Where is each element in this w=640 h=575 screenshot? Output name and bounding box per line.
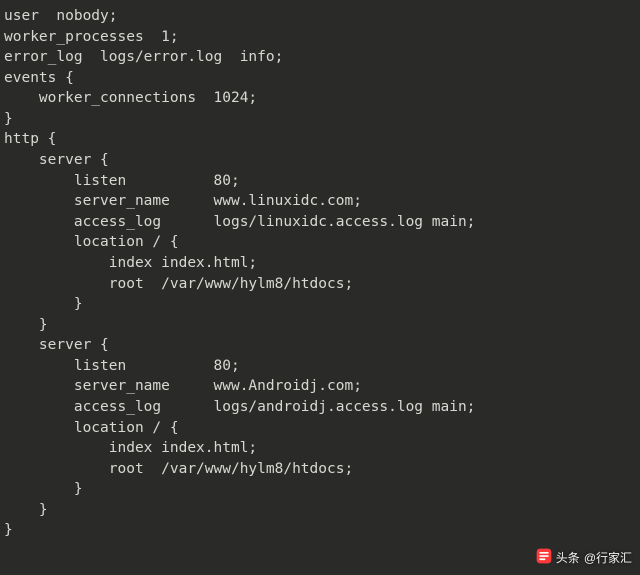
code-line: server_name www.linuxidc.com;	[4, 193, 362, 209]
code-line: location / {	[4, 420, 179, 436]
code-line: error_log logs/error.log info;	[4, 49, 283, 65]
code-line: listen 80;	[4, 173, 240, 189]
code-line: }	[4, 317, 48, 333]
code-line: server {	[4, 152, 109, 168]
watermark-prefix: 头条	[556, 549, 580, 566]
code-line: events {	[4, 70, 74, 86]
code-line: server_name www.Androidj.com;	[4, 378, 362, 394]
toutiao-icon	[536, 548, 552, 567]
code-line: }	[4, 522, 13, 538]
code-line: user nobody;	[4, 8, 118, 24]
watermark-author: @行家汇	[584, 549, 632, 566]
watermark: 头条 @行家汇	[536, 548, 632, 567]
code-line: worker_processes 1;	[4, 29, 179, 45]
code-line: }	[4, 111, 13, 127]
code-line: location / {	[4, 234, 179, 250]
code-line: root /var/www/hylm8/htdocs;	[4, 461, 353, 477]
code-block: user nobody; worker_processes 1; error_l…	[0, 0, 640, 547]
code-line: index index.html;	[4, 440, 257, 456]
code-line: }	[4, 481, 83, 497]
code-line: access_log logs/linuxidc.access.log main…	[4, 214, 475, 230]
code-line: http {	[4, 131, 56, 147]
code-line: server {	[4, 337, 109, 353]
code-line: listen 80;	[4, 358, 240, 374]
code-line: root /var/www/hylm8/htdocs;	[4, 276, 353, 292]
code-line: index index.html;	[4, 255, 257, 271]
code-line: }	[4, 296, 83, 312]
code-line: access_log logs/androidj.access.log main…	[4, 399, 475, 415]
code-line: worker_connections 1024;	[4, 90, 257, 106]
code-line: }	[4, 502, 48, 518]
